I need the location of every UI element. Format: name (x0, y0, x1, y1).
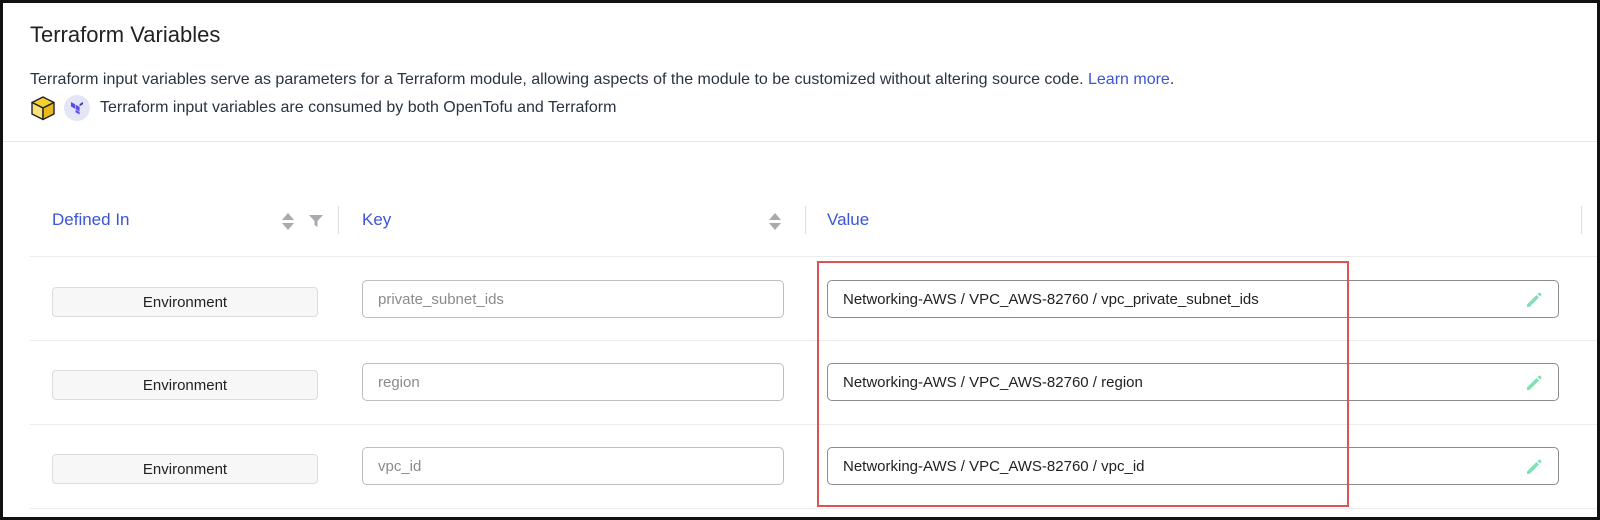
terraform-variables-panel: Terraform Variables Terraform input vari… (0, 0, 1600, 520)
opentofu-cube-icon (30, 95, 56, 121)
value-text: Networking-AWS / VPC_AWS-82760 / region (843, 373, 1143, 391)
row-divider (30, 424, 1597, 425)
column-separator (805, 206, 806, 234)
row-divider (30, 340, 1597, 341)
column-header-key[interactable]: Key (362, 210, 391, 230)
edit-pencil-icon[interactable] (1524, 290, 1544, 310)
column-separator (338, 206, 339, 234)
column-separator (1581, 206, 1582, 234)
sort-key-icon[interactable] (769, 211, 781, 233)
sort-defined-in-icon[interactable] (282, 211, 294, 233)
key-input[interactable]: vpc_id (362, 447, 784, 485)
value-text: Networking-AWS / VPC_AWS-82760 / vpc_id (843, 457, 1145, 475)
row-divider (30, 508, 1597, 509)
description-text: Terraform input variables serve as param… (30, 71, 1084, 88)
table-header-divider (30, 256, 1597, 257)
value-input[interactable]: Networking-AWS / VPC_AWS-82760 / vpc_id (827, 447, 1559, 485)
page-title: Terraform Variables (30, 22, 221, 47)
defined-in-tag: Environment (52, 287, 318, 317)
terraform-logo-icon (64, 95, 90, 121)
section-divider (3, 141, 1597, 142)
filter-defined-in-icon[interactable] (309, 214, 323, 228)
description-period: . (1169, 71, 1175, 88)
edit-pencil-icon[interactable] (1524, 373, 1544, 393)
value-text: Networking-AWS / VPC_AWS-82760 / vpc_pri… (843, 290, 1259, 308)
learn-more-link[interactable]: Learn more (1088, 71, 1170, 88)
defined-in-tag: Environment (52, 454, 318, 484)
defined-in-tag: Environment (52, 370, 318, 400)
value-input[interactable]: Networking-AWS / VPC_AWS-82760 / vpc_pri… (827, 280, 1559, 318)
value-input[interactable]: Networking-AWS / VPC_AWS-82760 / region (827, 363, 1559, 401)
consumed-note: Terraform input variables are consumed b… (30, 93, 616, 123)
edit-pencil-icon[interactable] (1524, 457, 1544, 477)
column-header-value[interactable]: Value (827, 210, 869, 230)
column-header-defined-in[interactable]: Defined In (52, 210, 130, 230)
consumed-note-text: Terraform input variables are consumed b… (100, 99, 617, 116)
description: Terraform input variables serve as param… (30, 71, 1174, 89)
key-input[interactable]: region (362, 363, 784, 401)
key-input[interactable]: private_subnet_ids (362, 280, 784, 318)
